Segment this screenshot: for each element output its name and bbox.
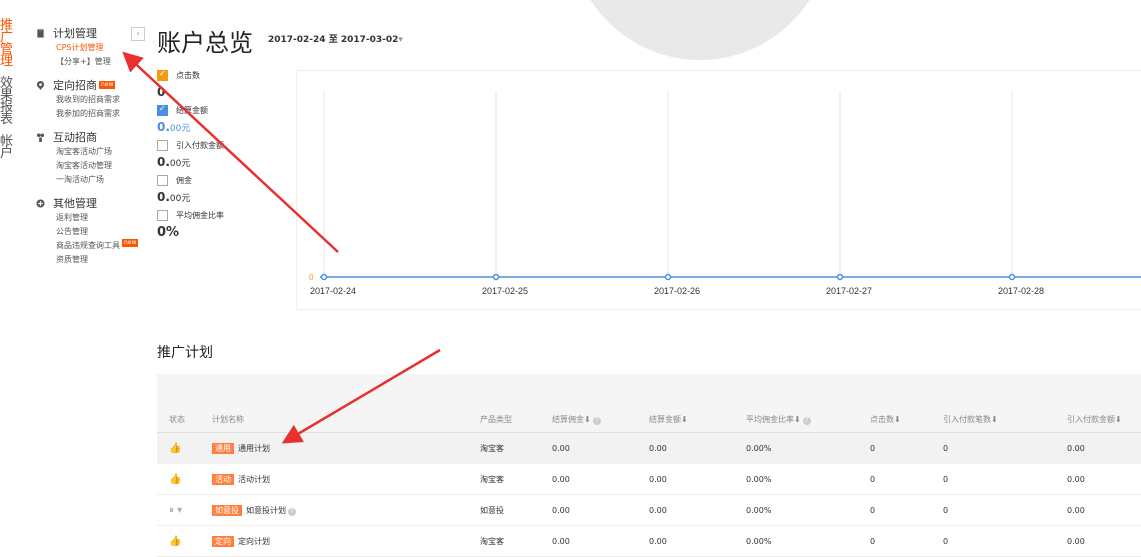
help-icon[interactable]: ? (802, 416, 811, 425)
plan-tag: 通用 (212, 442, 234, 454)
data-point (492, 273, 500, 281)
decorative-arc (570, 0, 830, 60)
sidebar-item-rebate[interactable]: 返利管理 (36, 211, 148, 225)
help-icon[interactable]: ? (288, 507, 296, 516)
table-row: 👍 通用 通用计划 淘宝客 0.00 0.00 0.00% 0 0 0.00 (157, 433, 1141, 464)
sidebar-collapse-button[interactable]: ‹ (131, 27, 145, 41)
page-title: 账户总览 (157, 29, 253, 57)
new-badge: new (99, 81, 116, 89)
sidebar-section-targeted[interactable]: 定向招商 new (36, 77, 148, 93)
metric-value: 0% (157, 225, 180, 240)
metric-value: 0 (157, 85, 166, 99)
sidebar-item-notice[interactable]: 公告管理 (36, 225, 148, 239)
metric-avg-rate: 平均佣金比率 0% (157, 210, 292, 240)
vnav-promotion[interactable]: 推广管理 (0, 19, 14, 68)
data-point (1008, 273, 1016, 281)
metric-value: 0.00元 (157, 155, 191, 169)
metric-clicks: 点击数 0 (157, 69, 292, 99)
data-point (836, 273, 844, 281)
plan-tag: 活动 (212, 473, 234, 485)
metrics-panel: 点击数 0 结算金额 0.00元 引入付款金额 0.00元 佣金 0.00元 平… (157, 69, 292, 246)
sort-icon: ⬇ (1115, 414, 1122, 424)
vnav-account[interactable]: 帐户 (0, 135, 14, 160)
plan-tag: 如意投 (212, 504, 242, 516)
x-tick-label: 2017-02-27 (826, 286, 872, 296)
metric-checkbox-avg-rate[interactable] (157, 210, 168, 221)
line-chart: 2017-02-24 2017-02-25 2017-02-26 2017-02-27… (296, 70, 1141, 310)
data-point (320, 273, 328, 281)
metric-checkbox-commission[interactable] (157, 175, 168, 186)
plan-name-link[interactable]: 活动计划 (238, 475, 270, 484)
metric-commission: 佣金 0.00元 (157, 175, 292, 204)
x-tick-label: 2017-02-28 (998, 286, 1044, 296)
data-point (664, 273, 672, 281)
pin-icon (36, 80, 45, 90)
date-range-selector[interactable]: 2017-02-24 至 2017-03-02▾ (268, 32, 403, 45)
sidebar-item-joined-requests[interactable]: 我参加的招商需求 (36, 107, 148, 121)
pause-icon[interactable]: ⏸ ▾ (157, 505, 212, 516)
plans-section-title: 推广计划 (157, 345, 213, 361)
sort-icon: ⬇ (794, 414, 801, 424)
chart-canvas: 2017-02-24 2017-02-25 2017-02-26 2017-02-27… (309, 91, 1141, 296)
thumb-icon[interactable]: 👍 (157, 474, 212, 485)
col-status: 状态 (169, 414, 185, 424)
plan-name-link[interactable]: 定向计划 (238, 537, 270, 546)
col-orders[interactable]: 引入付款笔数⬇ (943, 414, 1067, 425)
col-amount[interactable]: 结算金额⬇ (649, 414, 746, 425)
sidebar-item-share-plus[interactable]: 【分享+】管理 (36, 55, 148, 69)
sidebar-section-interactive[interactable]: 互动招商 (36, 129, 148, 145)
col-avg-rate[interactable]: 平均佣金比率⬇? (746, 414, 870, 425)
vnav-reports[interactable]: 效果报表 (0, 77, 14, 126)
plus-circle-icon (36, 198, 45, 208)
x-tick-label: 2017-02-26 (654, 286, 700, 296)
sort-icon: ⬇ (991, 414, 998, 424)
metric-checkbox-clicks[interactable] (157, 69, 168, 81)
sort-icon: ⬇ (894, 414, 901, 424)
metric-pay-amount: 引入付款金额 0.00元 (157, 140, 292, 169)
metric-settle-amount: 结算金额 0.00元 (157, 104, 292, 134)
col-plan-name: 计划名称 (212, 414, 244, 424)
sidebar-item-etao-square[interactable]: 一淘活动广场 (36, 173, 148, 187)
col-commission[interactable]: 结算佣金⬇? (552, 414, 649, 425)
sidebar-item-violation-query[interactable]: 商品违规查询工具 new (36, 239, 148, 253)
metric-value: 0.00元 (157, 190, 191, 204)
sidebar-item-activity-manage[interactable]: 淘宝客活动管理 (36, 159, 148, 173)
new-badge: new (122, 239, 139, 247)
plan-tag: 定向 (212, 535, 234, 547)
x-tick-label: 2017-02-25 (482, 286, 528, 296)
sort-icon: ⬇ (681, 414, 688, 424)
help-icon[interactable]: ? (592, 416, 601, 425)
sidebar: 计划管理 CPS计划管理 【分享+】管理 定向招商 new 我收到的招商需求 我… (36, 25, 148, 267)
sidebar-section-other[interactable]: 其他管理 (36, 195, 148, 211)
sidebar-item-activity-square[interactable]: 淘宝客活动广场 (36, 145, 148, 159)
thumb-icon[interactable]: 👍 (157, 443, 212, 454)
y-tick-label: 0 (309, 273, 314, 282)
plans-table: 状态 计划名称 产品类型 结算佣金⬇? 结算金额⬇ 平均佣金比率⬇? 点击数⬇ … (157, 374, 1141, 557)
metric-value: 0.00元 (157, 120, 191, 134)
table-row: 👍 定向 定向计划 淘宝客 0.00 0.00 0.00% 0 0 0.00 (157, 526, 1141, 557)
people-icon (36, 132, 45, 142)
document-icon (37, 28, 44, 38)
plan-name-link[interactable]: 通用计划 (238, 444, 270, 453)
sidebar-item-cps-plan[interactable]: CPS计划管理 (36, 41, 148, 55)
table-toolbar (157, 374, 1141, 406)
col-pay-amount[interactable]: 引入付款金额⬇ (1067, 414, 1141, 425)
plan-name-link[interactable]: 如意投计划 (246, 506, 286, 515)
sort-icon: ⬇ (584, 414, 591, 424)
table-row: ⏸ ▾ 如意投 如意投计划? 如意投 0.00 0.00 0.00% 0 0 0.… (157, 495, 1141, 526)
table-header: 状态 计划名称 产品类型 结算佣金⬇? 结算金额⬇ 平均佣金比率⬇? 点击数⬇ … (157, 406, 1141, 433)
metric-checkbox-pay[interactable] (157, 140, 168, 151)
table-row: 👍 活动 活动计划 淘宝客 0.00 0.00 0.00% 0 0 0.00 (157, 464, 1141, 495)
x-tick-label: 2017-02-24 (310, 286, 356, 296)
chevron-down-icon: ▾ (398, 35, 403, 45)
sidebar-item-qualification[interactable]: 资质管理 (36, 253, 148, 267)
col-product-type: 产品类型 (480, 414, 512, 424)
metric-checkbox-settle[interactable] (157, 104, 168, 116)
vertical-nav: 推广管理 效果报表 帐户 (0, 19, 16, 170)
sidebar-item-received-requests[interactable]: 我收到的招商需求 (36, 93, 148, 107)
thumb-icon[interactable]: 👍 (157, 536, 212, 547)
col-clicks[interactable]: 点击数⬇ (870, 414, 943, 425)
